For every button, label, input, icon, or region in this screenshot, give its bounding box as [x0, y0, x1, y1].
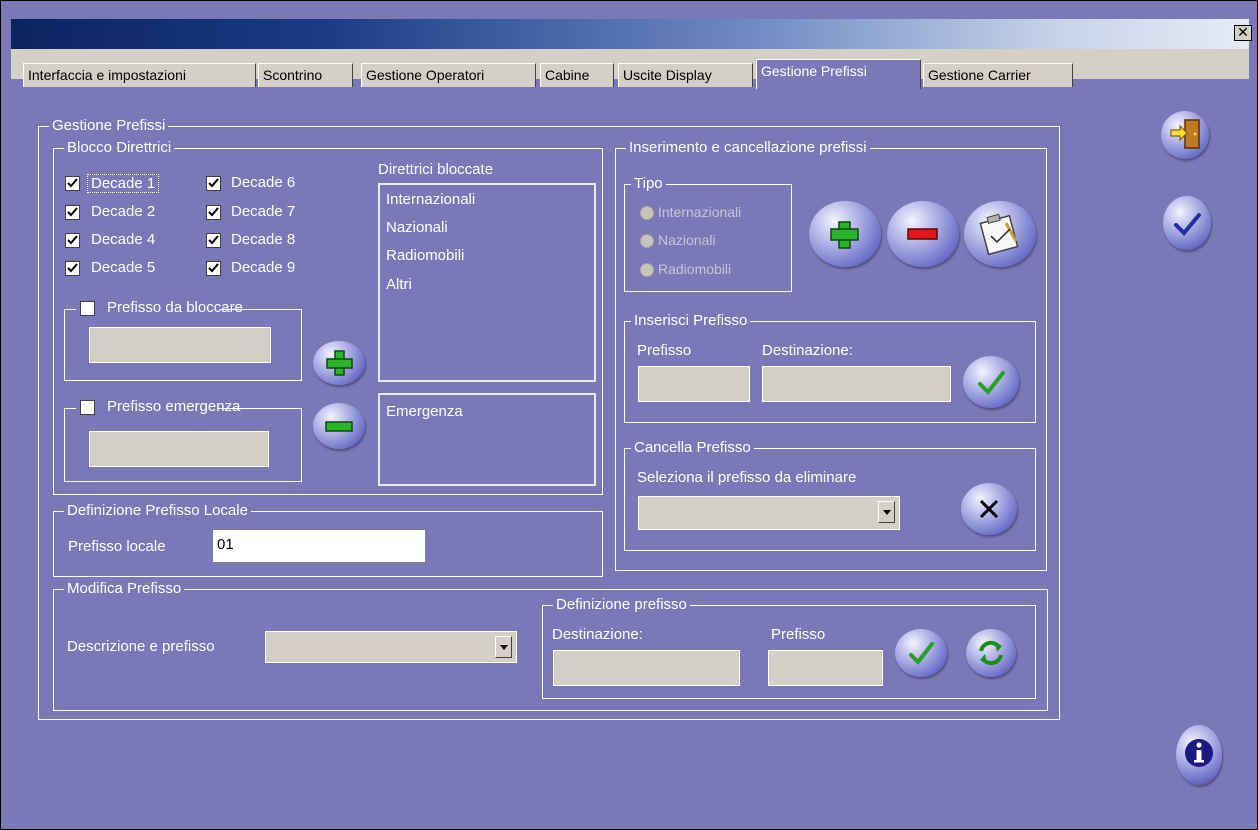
- prefisso-bloccare-label: Prefisso da bloccare: [107, 299, 243, 316]
- descrizione-prefisso-select[interactable]: [265, 631, 517, 663]
- list-item[interactable]: Radiomobili: [386, 247, 464, 264]
- close-button[interactable]: ✕: [1234, 25, 1252, 41]
- decade-8-checkbox[interactable]: [206, 233, 221, 248]
- cancella-prefisso-select[interactable]: [638, 496, 900, 530]
- exit-door-icon: [1170, 119, 1200, 149]
- blocco-direttrici-title: Blocco Direttrici: [64, 139, 175, 157]
- refresh-icon: [979, 640, 1003, 666]
- radio-internazionali-label: Internazionali: [658, 204, 742, 220]
- prefisso-emergenza-legend: Prefisso emergenza: [76, 398, 240, 418]
- cancella-prefisso-title: Cancella Prefisso: [631, 439, 754, 457]
- application-window: ✕ Interfaccia e impostazioni Scontrino G…: [0, 0, 1258, 830]
- tab-gestione-operatori[interactable]: Gestione Operatori: [361, 63, 536, 87]
- list-item[interactable]: Internazionali: [386, 191, 475, 208]
- decade-4-label: Decade 4: [91, 231, 156, 248]
- inserimento-title: Inserimento e cancellazione prefissi: [626, 139, 870, 157]
- prefisso-bloccare-input[interactable]: [89, 327, 271, 363]
- prefisso-label: Prefisso: [771, 626, 826, 643]
- inserisci-destinazione-label: Destinazione:: [762, 342, 853, 359]
- plus-icon: [830, 221, 859, 249]
- confirm-button[interactable]: [1163, 196, 1211, 250]
- decade-2-checkbox[interactable]: [65, 205, 80, 220]
- radio-internazionali[interactable]: [640, 206, 654, 220]
- prefisso-emergenza-label: Prefisso emergenza: [107, 398, 241, 415]
- decade-6-checkbox[interactable]: [206, 176, 221, 191]
- remove-emergenza-button[interactable]: [313, 403, 365, 449]
- close-icon: [979, 499, 999, 519]
- check-icon: [978, 371, 1005, 396]
- decade-5-checkbox[interactable]: [65, 261, 80, 276]
- prefisso-bloccare-checkbox[interactable]: [80, 301, 95, 316]
- edit-prefisso-button[interactable]: [964, 201, 1036, 267]
- decade-2-label: Decade 2: [91, 203, 156, 220]
- decade-6-label: Decade 6: [231, 174, 296, 191]
- tab-uscite-display[interactable]: Uscite Display: [618, 63, 753, 87]
- decade-7-checkbox[interactable]: [206, 205, 221, 220]
- radio-nazionali-label: Nazionali: [658, 232, 716, 248]
- inserisci-destinazione-input[interactable]: [762, 366, 951, 402]
- prefisso-emergenza-input[interactable]: [89, 431, 269, 467]
- chevron-down-icon[interactable]: [878, 501, 895, 523]
- plus-icon: [326, 350, 353, 376]
- remove-prefisso-button[interactable]: [887, 201, 959, 267]
- decade-5-label: Decade 5: [91, 259, 156, 276]
- list-item[interactable]: Emergenza: [386, 403, 463, 420]
- decade-9-label: Decade 9: [231, 259, 296, 276]
- tab-gestione-prefissi[interactable]: Gestione Prefissi: [756, 59, 921, 89]
- direttrici-bloccate-list[interactable]: Internazionali Nazionali Radiomobili Alt…: [378, 183, 596, 382]
- tipo-title: Tipo: [631, 175, 666, 193]
- list-item[interactable]: Nazionali: [386, 219, 448, 236]
- refresh-button[interactable]: [966, 629, 1016, 677]
- modifica-prefisso-title: Modifica Prefisso: [64, 580, 185, 598]
- info-button[interactable]: [1176, 725, 1222, 785]
- destinazione-input[interactable]: [553, 650, 740, 686]
- tab-gestione-carrier[interactable]: Gestione Carrier: [923, 63, 1073, 87]
- decade-1-label: Decade 1: [87, 174, 160, 193]
- confirm-inserisci-button[interactable]: [963, 356, 1019, 408]
- minus-icon: [325, 421, 353, 432]
- list-item[interactable]: Altri: [386, 276, 412, 293]
- descrizione-prefisso-label: Descrizione e prefisso: [67, 638, 215, 655]
- clipboard-edit-icon: [979, 213, 1019, 256]
- decade-8-label: Decade 8: [231, 231, 296, 248]
- tab-interfaccia[interactable]: Interfaccia e impostazioni: [23, 63, 256, 87]
- prefisso-bloccare-legend: Prefisso da bloccare: [76, 299, 243, 319]
- prefisso-locale-label: Prefisso locale: [68, 538, 166, 555]
- prefisso-emergenza-checkbox[interactable]: [80, 400, 95, 415]
- delete-prefisso-button[interactable]: [961, 483, 1017, 535]
- radio-radiomobili-label: Radiomobili: [658, 261, 732, 277]
- add-blocco-button[interactable]: [313, 341, 365, 385]
- chevron-down-icon[interactable]: [495, 636, 512, 658]
- decade-4-checkbox[interactable]: [65, 233, 80, 248]
- prefisso-locale-input[interactable]: 01: [212, 529, 426, 563]
- check-icon: [909, 642, 934, 666]
- destinazione-label: Destinazione:: [552, 626, 643, 643]
- decade-7-label: Decade 7: [231, 203, 296, 220]
- group-title: Gestione Prefissi: [49, 117, 169, 135]
- confirm-modifica-button[interactable]: [895, 629, 947, 677]
- prefisso-locale-title: Definizione Prefisso Locale: [64, 502, 251, 520]
- tab-scontrino[interactable]: Scontrino: [258, 63, 353, 87]
- minus-icon: [907, 228, 938, 240]
- definizione-prefisso-title: Definizione prefisso: [553, 596, 690, 614]
- exit-button[interactable]: [1161, 111, 1209, 159]
- tab-cabine[interactable]: Cabine: [540, 63, 614, 87]
- seleziona-prefisso-label: Seleziona il prefisso da eliminare: [637, 469, 857, 486]
- inserisci-prefisso-label: Prefisso: [637, 342, 692, 359]
- inserisci-prefisso-title: Inserisci Prefisso: [631, 312, 751, 330]
- decade-1-checkbox[interactable]: [65, 176, 80, 191]
- title-bar: [11, 19, 1249, 49]
- inserisci-prefisso-input[interactable]: [638, 366, 750, 402]
- emergenza-list[interactable]: Emergenza: [378, 393, 596, 486]
- info-icon: [1185, 739, 1213, 767]
- decade-9-checkbox[interactable]: [206, 261, 221, 276]
- add-prefisso-button[interactable]: [809, 201, 881, 267]
- check-icon: [1174, 213, 1201, 236]
- prefisso-input[interactable]: [768, 650, 883, 686]
- direttrici-bloccate-label: Direttrici bloccate: [378, 161, 494, 178]
- radio-nazionali[interactable]: [640, 234, 654, 248]
- radio-radiomobili[interactable]: [640, 263, 654, 277]
